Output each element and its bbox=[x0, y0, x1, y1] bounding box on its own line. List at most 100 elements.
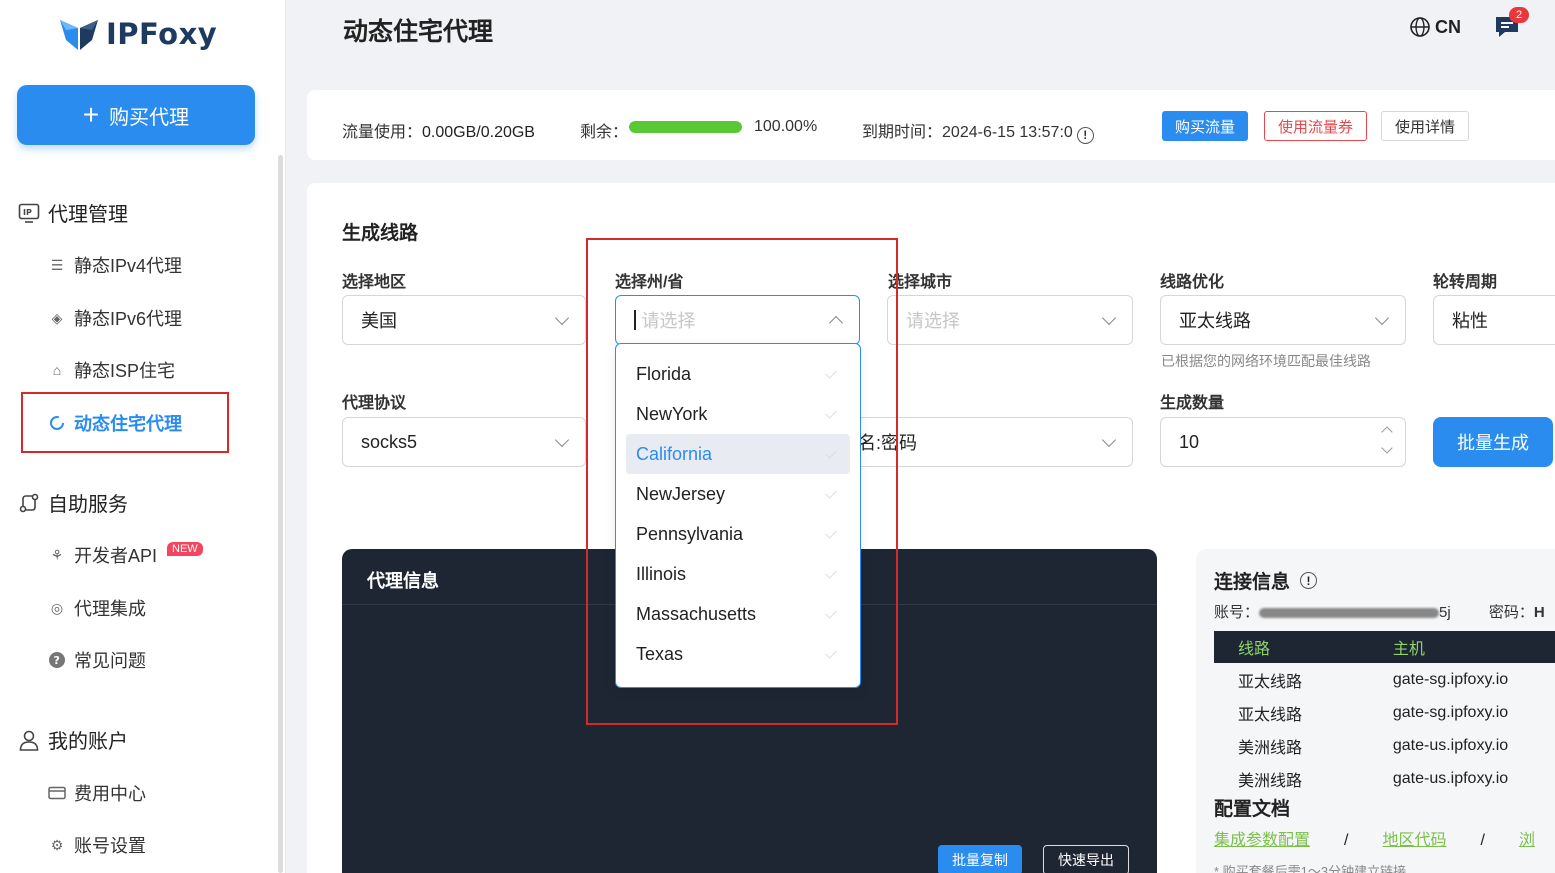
nav-group-label: 代理管理 bbox=[48, 204, 128, 226]
language-label: CN bbox=[1435, 16, 1461, 37]
count-label: 生成数量 bbox=[1160, 395, 1225, 412]
chevron-down-icon bbox=[1101, 432, 1117, 448]
region-label: 选择地区 bbox=[342, 274, 407, 291]
account-info: 账号： 5j 密码：H bbox=[1214, 601, 1545, 622]
language-switch[interactable]: CN bbox=[1409, 16, 1461, 38]
brand-name: IPFoxy bbox=[106, 17, 218, 51]
batch-copy-button[interactable]: 批量复制 bbox=[938, 845, 1022, 873]
sidebar-item-proxy-integration[interactable]: ◎ 代理集成 bbox=[48, 595, 146, 621]
sidebar-item-billing[interactable]: 费用中心 bbox=[48, 780, 146, 806]
generate-card: 生成线路 选择地区 美国 选择州/省 请选择 选择城市 请选择 线路优化 亚太线… bbox=[307, 183, 1555, 873]
stepper-up-icon[interactable] bbox=[1381, 426, 1393, 438]
nav-group-label: 自助服务 bbox=[48, 494, 128, 516]
sidebar-item-static-ipv6[interactable]: ◈ 静态IPv6代理 bbox=[48, 305, 182, 331]
highlight-box-state bbox=[586, 238, 898, 725]
connection-title: 连接信息 ! bbox=[1214, 567, 1318, 594]
svg-text:IP: IP bbox=[23, 208, 32, 217]
table-row: 美洲线路 gate-us.ipfoxy.io bbox=[1214, 729, 1555, 762]
doc-links: 集成参数配置 / 地区代码 / 浏 bbox=[1214, 826, 1535, 850]
sidebar-scrollbar[interactable] bbox=[278, 155, 283, 873]
route-cell: 亚太线路 bbox=[1238, 673, 1303, 691]
protocol-select[interactable]: socks5 bbox=[342, 417, 586, 467]
host-table: 线路 主机 亚太线路 gate-sg.ipfoxy.io 亚太线路 gate-sg.… bbox=[1214, 631, 1555, 795]
new-badge: NEW bbox=[167, 542, 203, 556]
home-icon: ⌂ bbox=[52, 362, 62, 378]
sidebar-item-label: 账号设置 bbox=[74, 836, 146, 856]
host-cell[interactable]: gate-us.ipfoxy.io bbox=[1369, 762, 1555, 795]
buy-proxy-button[interactable]: + 购买代理 bbox=[17, 85, 255, 145]
webhook-icon: ⚘ bbox=[50, 546, 64, 563]
buy-traffic-button[interactable]: 购买流量 bbox=[1162, 111, 1249, 141]
route-cell: 美洲线路 bbox=[1238, 739, 1303, 757]
brand-logo[interactable]: IPFoxy bbox=[58, 16, 217, 52]
layers-icon: ◈ bbox=[51, 309, 63, 326]
remain-label: 剩余： bbox=[580, 124, 629, 141]
connection-info-panel: 连接信息 ! 账号： 5j 密码：H 线路 主机 亚太线路 gate-sg.ipfo… bbox=[1196, 549, 1555, 873]
doc-link-region-codes[interactable]: 地区代码 bbox=[1382, 832, 1446, 849]
sidebar-item-label: 静态IPv6代理 bbox=[74, 309, 183, 329]
globe-icon bbox=[1410, 17, 1430, 37]
table-header-host: 主机 bbox=[1392, 641, 1425, 658]
sidebar-item-static-isp[interactable]: ⌂ 静态ISP住宅 bbox=[48, 357, 175, 383]
doc-title: 配置文档 bbox=[1214, 799, 1291, 820]
sidebar-item-static-ipv4[interactable]: ☰ 静态IPv4代理 bbox=[48, 252, 182, 278]
number-stepper[interactable] bbox=[1381, 426, 1393, 454]
rotate-label: 轮转周期 bbox=[1433, 274, 1498, 291]
host-cell[interactable]: gate-sg.ipfoxy.io bbox=[1369, 696, 1555, 729]
account-label: 账号： bbox=[1214, 604, 1260, 621]
quick-export-button[interactable]: 快速导出 bbox=[1043, 845, 1129, 873]
ip-icon: IP bbox=[18, 202, 40, 224]
highlight-box-sidebar bbox=[21, 392, 229, 453]
traffic-usage: 流量使用：0.00GB/0.20GB bbox=[342, 118, 535, 142]
chevron-down-icon bbox=[1101, 310, 1117, 326]
expire-time: 到期时间：2024-6-15 13:57:0! bbox=[862, 118, 1094, 144]
remain-progress-fill bbox=[629, 121, 742, 133]
chevron-down-icon bbox=[554, 432, 570, 448]
sidebar-item-label: 静态ISP住宅 bbox=[74, 361, 176, 381]
route-icon bbox=[18, 492, 40, 514]
stepper-down-icon[interactable] bbox=[1381, 442, 1393, 454]
doc-link-integration-params[interactable]: 集成参数配置 bbox=[1214, 832, 1310, 849]
route-value: 亚太线路 bbox=[1179, 311, 1251, 331]
plus-icon: + bbox=[82, 99, 100, 130]
buy-proxy-label: 购买代理 bbox=[109, 106, 190, 129]
table-header-route: 线路 bbox=[1238, 641, 1271, 658]
chevron-down-icon bbox=[554, 310, 570, 326]
nav-group-my-account[interactable]: 我的账户 bbox=[18, 725, 128, 754]
message-count-badge: 2 bbox=[1509, 7, 1529, 23]
doc-link-browser[interactable]: 浏 bbox=[1519, 832, 1535, 849]
info-icon[interactable]: ! bbox=[1300, 572, 1318, 589]
expire-label: 到期时间： bbox=[862, 124, 943, 141]
use-coupon-button[interactable]: 使用流量券 bbox=[1264, 111, 1368, 141]
traffic-value: 0.00GB/0.20GB bbox=[422, 124, 535, 141]
proxy-info-title: 代理信息 bbox=[367, 571, 439, 591]
batch-generate-button[interactable]: 批量生成 bbox=[1433, 417, 1553, 467]
usage-details-button[interactable]: 使用详情 bbox=[1381, 111, 1470, 141]
nav-group-proxy-management[interactable]: IP 代理管理 bbox=[18, 198, 128, 227]
region-select[interactable]: 美国 bbox=[342, 295, 586, 345]
user-icon bbox=[18, 729, 40, 751]
route-cell: 亚太线路 bbox=[1238, 706, 1303, 724]
nav-group-self-service[interactable]: 自助服务 bbox=[18, 488, 128, 517]
table-row: 美洲线路 gate-us.ipfoxy.io bbox=[1214, 762, 1555, 795]
sidebar-item-faq[interactable]: ? 常见问题 bbox=[48, 647, 146, 673]
connection-note: * 购买套餐后需1～3分钟建立链接 bbox=[1214, 864, 1407, 873]
account-tail: 5j bbox=[1439, 604, 1451, 621]
sidebar-item-account-settings[interactable]: ⚙ 账号设置 bbox=[48, 832, 146, 858]
gear-icon: ⚙ bbox=[50, 836, 64, 853]
count-input[interactable]: 10 bbox=[1160, 417, 1406, 467]
info-icon[interactable]: ! bbox=[1076, 126, 1094, 144]
route-cell: 美洲线路 bbox=[1238, 772, 1303, 790]
protocol-value: socks5 bbox=[361, 431, 418, 452]
rotate-select[interactable]: 粘性 bbox=[1433, 295, 1555, 345]
sidebar-item-label: 代理集成 bbox=[74, 599, 146, 619]
route-select[interactable]: 亚太线路 bbox=[1160, 295, 1406, 345]
fingerprint-icon: ◎ bbox=[50, 599, 64, 616]
host-cell[interactable]: gate-us.ipfoxy.io bbox=[1369, 729, 1555, 762]
city-select[interactable]: 请选择 bbox=[887, 295, 1133, 345]
host-cell[interactable]: gate-sg.ipfoxy.io bbox=[1369, 663, 1555, 696]
chevron-down-icon bbox=[1374, 310, 1390, 326]
city-placeholder: 请选择 bbox=[906, 311, 960, 331]
sidebar-item-developer-api[interactable]: ⚘ 开发者API NEW bbox=[48, 542, 203, 568]
region-value: 美国 bbox=[361, 311, 397, 331]
